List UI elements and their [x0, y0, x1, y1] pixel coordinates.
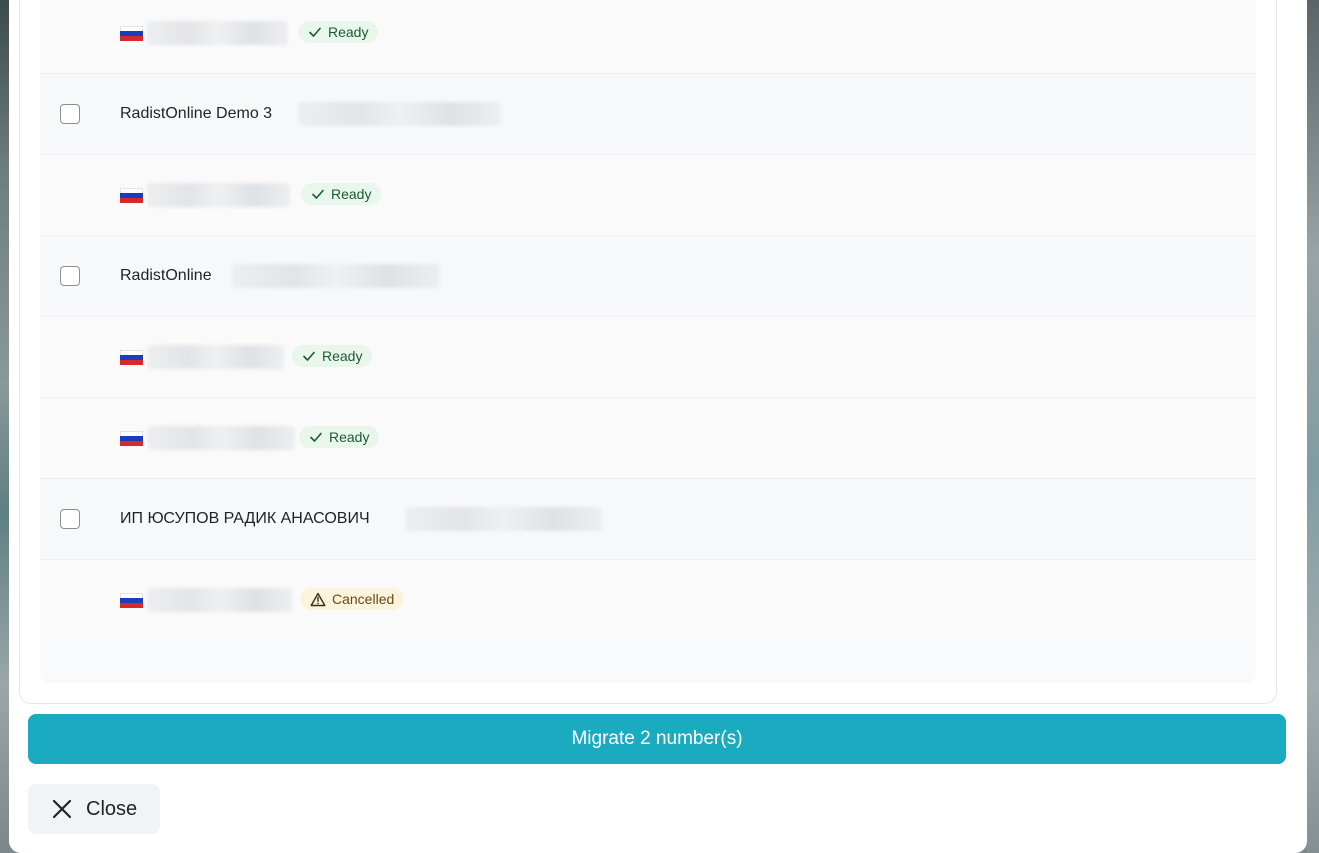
redacted-phone-number [147, 183, 290, 207]
page-backdrop-left [0, 0, 9, 853]
status-badge: Ready [299, 426, 380, 448]
russia-flag-icon [120, 188, 143, 203]
close-button[interactable]: Close [28, 784, 160, 834]
redacted-phone-number [147, 345, 284, 369]
redacted-account-id [232, 264, 440, 288]
check-icon [309, 27, 321, 37]
number-row: Cancelled [40, 560, 1256, 641]
check-icon [310, 432, 322, 442]
number-row: Ready [40, 0, 1256, 74]
number-row: Ready [40, 317, 1256, 398]
accounts-list[interactable]: Ready RadistOnline Demo 3 Ready RadistOn… [40, 0, 1256, 683]
page-backdrop-right [1306, 0, 1319, 853]
status-badge: Ready [292, 345, 373, 367]
russia-flag-icon [120, 350, 143, 365]
account-checkbox[interactable] [60, 509, 80, 529]
account-row[interactable]: RadistOnline Demo 3 [40, 74, 1256, 155]
russia-flag-icon [120, 431, 143, 446]
warning-triangle-icon [310, 592, 326, 606]
account-checkbox[interactable] [60, 266, 80, 286]
status-badge: Ready [301, 183, 382, 205]
redacted-account-id [298, 102, 501, 126]
redacted-phone-number [147, 588, 292, 612]
status-badge: Ready [298, 21, 379, 43]
redacted-account-id [405, 507, 602, 531]
status-badge: Cancelled [300, 588, 405, 610]
check-icon [312, 189, 324, 199]
close-icon [52, 799, 72, 819]
migrate-button[interactable]: Migrate 2 number(s) [28, 714, 1286, 764]
number-row: Ready [40, 155, 1256, 236]
account-name: ИП ЮСУПОВ РАДИК АНАСОВИЧ [120, 510, 370, 527]
redacted-phone-number [147, 21, 288, 45]
account-name: RadistOnline Demo 3 [120, 105, 273, 122]
close-label: Close [86, 797, 138, 820]
account-row[interactable]: RadistOnline [40, 236, 1256, 317]
redacted-phone-number [147, 426, 295, 450]
account-name: RadistOnline [120, 267, 212, 284]
russia-flag-icon [120, 26, 143, 41]
account-row[interactable]: ИП ЮСУПОВ РАДИК АНАСОВИЧ [40, 479, 1256, 560]
russia-flag-icon [120, 593, 143, 608]
account-checkbox[interactable] [60, 104, 80, 124]
check-icon [303, 351, 315, 361]
number-row: Ready [40, 398, 1256, 479]
